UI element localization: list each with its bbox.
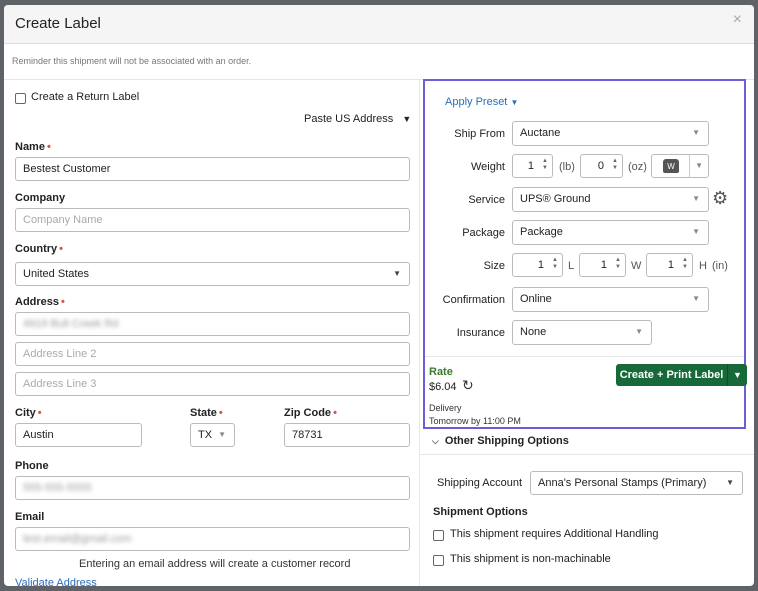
apply-preset-dropdown[interactable]: Apply Preset ▼ xyxy=(445,96,518,108)
weight-oz-input[interactable]: 0 ▲ ▼ xyxy=(580,154,623,178)
column-divider xyxy=(419,80,420,586)
weight-label: Weight xyxy=(470,161,505,173)
size-inch-unit: (in) xyxy=(712,260,728,272)
email-note: Entering an email address will create a … xyxy=(79,558,351,570)
validate-address-link[interactable]: Validate Address xyxy=(15,577,97,586)
shipment-options-title: Shipment Options xyxy=(433,506,528,518)
size-width-input[interactable]: 1 ▲ ▼ xyxy=(579,253,626,277)
service-label: Service xyxy=(468,194,505,206)
spinner-arrows-icon: ▲ ▼ xyxy=(612,158,618,171)
caret-down-icon: ▼ xyxy=(692,128,700,137)
delivery-label: Delivery xyxy=(429,403,462,413)
size-label: Size xyxy=(483,260,505,272)
caret-down-icon: ▼ xyxy=(692,227,700,236)
zip-field-label: Zip Code • xyxy=(284,407,337,419)
caret-down-icon: ▼ xyxy=(218,430,226,439)
shipping-account-label: Shipping Account xyxy=(437,477,523,489)
service-select[interactable]: UPS® Ground ▼ xyxy=(512,187,709,212)
confirmation-select[interactable]: Online ▼ xyxy=(512,287,709,312)
gear-icon[interactable]: ⚙ xyxy=(712,188,728,209)
size-height-unit: H xyxy=(699,260,707,272)
paste-address-label: Paste US Address xyxy=(304,113,394,125)
size-length-unit: L xyxy=(568,260,575,272)
chevron-down-icon: ⌵ xyxy=(432,436,439,446)
delivery-value: Tomorrow by 11:00 PM xyxy=(429,416,521,426)
state-field-label: State • xyxy=(190,407,223,419)
insurance-label: Insurance xyxy=(456,327,505,339)
address-line2-input[interactable]: Address Line 2 xyxy=(15,342,410,366)
address-field-label: Address • xyxy=(15,296,65,308)
section-divider xyxy=(420,454,754,455)
caret-down-icon: ▼ xyxy=(692,294,700,303)
country-field-label: Country • xyxy=(15,243,64,255)
caret-down-icon: ▼ xyxy=(402,114,412,124)
company-input[interactable]: Company Name xyxy=(15,208,410,232)
return-label-label: Create a Return Label xyxy=(31,91,140,103)
city-field-label: City • xyxy=(15,407,42,419)
rate-label: Rate xyxy=(429,366,453,378)
zip-input[interactable]: 78731 xyxy=(284,423,410,447)
package-label: Package xyxy=(462,227,505,239)
create-options-caret-icon[interactable]: ▼ xyxy=(727,364,747,386)
shipping-panel: Apply Preset ▼ Ship From Auctane ▼ Weight… xyxy=(423,79,747,429)
insurance-select[interactable]: None ▼ xyxy=(512,320,652,345)
name-input[interactable]: Bestest Customer xyxy=(15,157,410,181)
caret-down-icon: ▼ xyxy=(692,194,700,203)
country-select[interactable]: United States ▼ xyxy=(15,262,410,286)
email-field-label: Email xyxy=(15,511,45,523)
shipping-account-select[interactable]: Anna's Personal Stamps (Primary) ▼ xyxy=(530,471,743,495)
reminder-text: Reminder this shipment will not be assoc… xyxy=(12,56,252,66)
state-select[interactable]: TX ▼ xyxy=(190,423,235,447)
additional-handling-checkbox[interactable] xyxy=(433,530,444,541)
size-width-unit: W xyxy=(631,260,642,272)
weight-lb-input[interactable]: 1 ▲ ▼ xyxy=(512,154,553,178)
dialog-header: Create Label × xyxy=(4,5,754,44)
additional-handling-label: This shipment requires Additional Handli… xyxy=(450,528,659,540)
package-select[interactable]: Package ▼ xyxy=(512,220,709,245)
ship-from-select[interactable]: Auctane ▼ xyxy=(512,121,709,146)
caret-down-icon: ▼ xyxy=(510,98,519,107)
nonmachinable-checkbox[interactable] xyxy=(433,555,444,566)
nonmachinable-label: This shipment is non-machinable xyxy=(450,553,611,565)
rate-value: $6.04 xyxy=(429,381,457,393)
spinner-arrows-icon: ▲ ▼ xyxy=(542,158,548,171)
return-label-checkbox[interactable] xyxy=(15,93,26,104)
caret-down-icon: ▼ xyxy=(393,269,401,278)
scale-icon: W xyxy=(663,159,679,173)
paste-address-toggle[interactable]: Paste US Address ▼ xyxy=(304,113,411,125)
spinner-arrows-icon: ▲ ▼ xyxy=(552,257,558,270)
caret-down-icon: ▼ xyxy=(726,478,734,487)
weight-oz-unit: (oz) xyxy=(628,161,647,173)
size-height-input[interactable]: 1 ▲ ▼ xyxy=(646,253,693,277)
create-label-dialog: Create Label × Reminder this shipment wi… xyxy=(4,5,754,586)
spinner-arrows-icon: ▲ ▼ xyxy=(682,257,688,270)
confirmation-label: Confirmation xyxy=(442,294,505,306)
city-input[interactable]: Austin xyxy=(15,423,142,447)
weight-lb-unit: (lb) xyxy=(559,161,575,173)
address-line1-input[interactable]: 4919 Bull Creek Rd xyxy=(15,312,410,336)
other-shipping-options-toggle[interactable]: ⌵ Other Shipping Options xyxy=(432,435,569,447)
dialog-title: Create Label xyxy=(15,15,101,32)
email-input[interactable]: test.email@gmail.com xyxy=(15,527,410,551)
size-length-input[interactable]: 1 ▲ ▼ xyxy=(512,253,563,277)
create-print-label-button[interactable]: Create + Print Label xyxy=(616,364,727,386)
name-field-label: Name • xyxy=(15,141,51,153)
caret-down-icon: ▼ xyxy=(635,327,643,336)
panel-divider xyxy=(425,356,744,357)
spinner-arrows-icon: ▲ ▼ xyxy=(615,257,621,270)
caret-down-icon: ▼ xyxy=(695,161,703,170)
address-line3-input[interactable]: Address Line 3 xyxy=(15,372,410,396)
company-field-label: Company xyxy=(15,192,66,204)
phone-field-label: Phone xyxy=(15,460,49,472)
refresh-icon[interactable]: ↻ xyxy=(462,377,474,394)
phone-input[interactable]: 555-555-5555 xyxy=(15,476,410,500)
scale-button[interactable]: W ▼ xyxy=(651,154,709,178)
ship-from-label: Ship From xyxy=(454,128,505,140)
close-icon[interactable]: × xyxy=(733,11,742,29)
